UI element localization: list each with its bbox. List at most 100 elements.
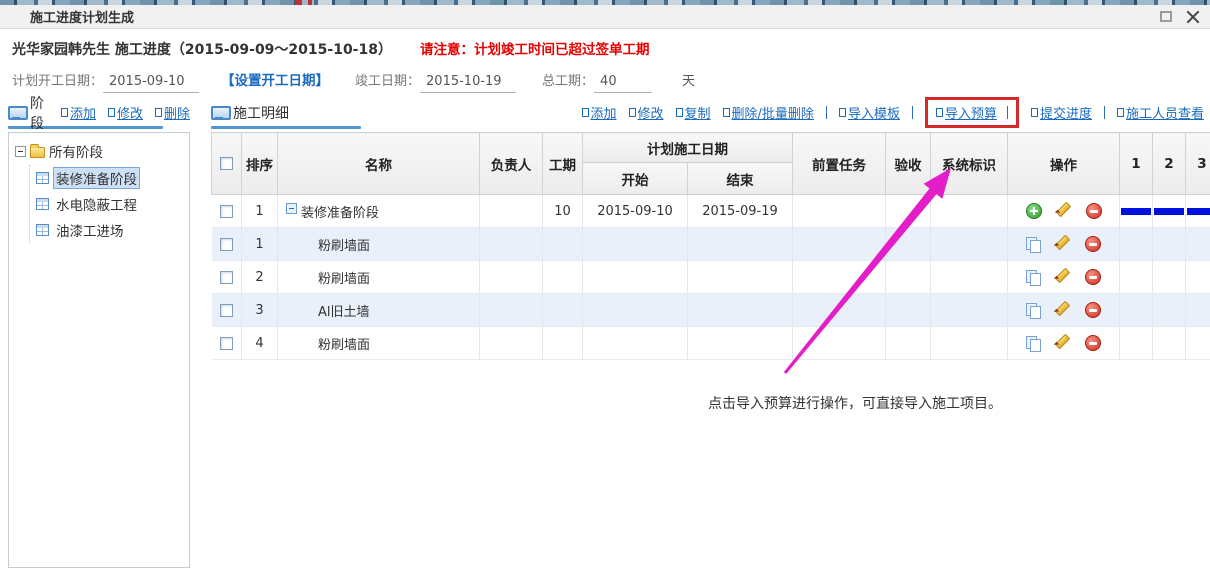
copy-icon[interactable] [1026,237,1041,252]
toolbar-copy-label: 复制 [685,103,711,122]
toolbar-edit-link[interactable]: 修改 [629,103,664,122]
tree-item-decoration-prep[interactable]: 装修准备阶段 [36,165,183,191]
gantt-cell-day3 [1186,294,1210,327]
toolbar-import-budget-link[interactable]: 导入预算 [936,103,997,122]
toolbar-edit-label: 修改 [638,103,664,122]
cell-seq: 4 [242,327,278,360]
row-checkbox[interactable] [220,337,233,350]
cell-owner [480,261,543,294]
dialog-title: 施工进度计划生成 [30,7,134,26]
table-row: 4 粉刷墙面 [212,327,1210,360]
window-controls [1160,10,1200,24]
tree-item-painting[interactable]: 油漆工进场 [36,217,183,243]
cell-end: 2015-09-19 [688,195,793,228]
cell-end [688,294,793,327]
cell-start [583,228,688,261]
stage-edit-link[interactable]: 修改 [108,103,143,122]
cell-system-flag [931,195,1008,228]
edit-icon[interactable] [1055,302,1071,318]
gantt-bar [1187,208,1210,215]
main-area: 阶段 添加 修改 删除 所有阶段 装修准备阶段 [0,99,1210,568]
toolbar-import-template-link[interactable]: 导入模板 [839,103,900,122]
doc-icon [1031,108,1038,117]
cell-end [688,228,793,261]
plan-start-label: 计划开工日期： [12,70,103,89]
row-checkbox[interactable] [220,205,233,218]
monitor-icon [211,106,227,119]
edit-icon[interactable] [1056,203,1072,219]
tree-item-plumbing-electric[interactable]: 水电隐蔽工程 [36,191,183,217]
cell-start: 2015-09-10 [583,195,688,228]
copy-icon[interactable] [1026,303,1041,318]
copy-icon[interactable] [1026,336,1041,351]
doc-icon [582,108,589,117]
toolbar-submit-progress-label: 提交进度 [1040,103,1092,122]
toolbar-add-link[interactable]: 添加 [582,103,617,122]
cell-acceptance [886,327,931,360]
schedule-table: 排序 名称 负责人 工期 计划施工日期 前置任务 验收 系统标识 操作 1 2 … [211,132,1210,360]
finish-date-input[interactable]: 2015-10-19 [420,74,516,93]
toolbar-delete-batch-link[interactable]: 删除/批量删除 [723,103,814,122]
toolbar-worker-view-label: 施工人员查看 [1126,103,1204,122]
project-info-row: 光华家园韩先生 施工进度（2015-09-09～2015-10-18） 请注意：… [0,29,1210,59]
doc-icon [676,108,683,117]
select-all-checkbox[interactable] [220,157,233,170]
toolbar-import-template-label: 导入模板 [848,103,900,122]
total-duration-input[interactable]: 40 [594,74,652,93]
table-header: 排序 名称 负责人 工期 计划施工日期 前置任务 验收 系统标识 操作 1 2 … [212,133,1210,195]
cell-duration [543,261,583,294]
toolbar-worker-view-link[interactable]: 施工人员查看 [1117,103,1204,122]
stage-delete-link[interactable]: 删除 [155,103,190,122]
header-operations: 操作 [1008,133,1120,195]
header-start: 开始 [583,163,688,195]
toolbar-submit-progress-link[interactable]: 提交进度 [1031,103,1092,122]
stage-tree: 所有阶段 装修准备阶段 水电隐蔽工程 油漆工进场 [8,132,190,568]
tree-root-all-stages[interactable]: 所有阶段 [15,141,183,161]
gantt-bar [1154,208,1184,215]
total-duration-label: 总工期： [542,70,594,89]
plus-icon[interactable] [1026,203,1042,219]
collapse-icon[interactable] [286,203,297,214]
cell-start [583,294,688,327]
row-checkbox[interactable] [220,304,233,317]
edit-icon[interactable] [1055,269,1071,285]
header-name: 名称 [278,133,480,195]
header-acceptance: 验收 [886,133,931,195]
delete-icon[interactable] [1085,302,1101,318]
maximize-icon[interactable] [1160,11,1172,22]
collapse-icon[interactable] [15,146,26,157]
cell-name: 装修准备阶段 [301,202,379,221]
doc-icon [629,108,636,117]
copy-icon[interactable] [1026,270,1041,285]
row-checkbox[interactable] [220,271,233,284]
gantt-cell-day3 [1186,195,1210,228]
delete-icon[interactable] [1086,203,1102,219]
cell-predecessor [793,327,886,360]
edit-icon[interactable] [1055,236,1071,252]
close-icon[interactable] [1186,10,1200,24]
stage-add-link[interactable]: 添加 [61,103,96,122]
cell-predecessor [793,195,886,228]
delete-icon[interactable] [1085,269,1101,285]
set-start-date-link[interactable]: 【设置开工日期】 [221,69,329,89]
gantt-cell-day1 [1120,294,1153,327]
delete-icon[interactable] [1085,335,1101,351]
gantt-cell-day3 [1186,327,1210,360]
cell-seq: 3 [242,294,278,327]
row-checkbox[interactable] [220,238,233,251]
stage-edit-label: 修改 [117,103,143,122]
delete-icon[interactable] [1085,236,1101,252]
header-day-1: 1 [1120,133,1153,195]
import-budget-highlight-box: 导入预算 [925,97,1019,128]
plan-start-input[interactable]: 2015-09-10 [103,74,199,93]
cell-acceptance [886,228,931,261]
doc-icon [936,108,943,117]
monitor-icon [8,106,24,119]
gantt-cell-day1 [1120,261,1153,294]
toolbar-copy-link[interactable]: 复制 [676,103,711,122]
edit-icon[interactable] [1055,335,1071,351]
doc-icon [839,108,846,117]
stage-panel: 阶段 添加 修改 删除 所有阶段 装修准备阶段 [8,99,190,568]
cell-owner [480,228,543,261]
header-owner: 负责人 [480,133,543,195]
